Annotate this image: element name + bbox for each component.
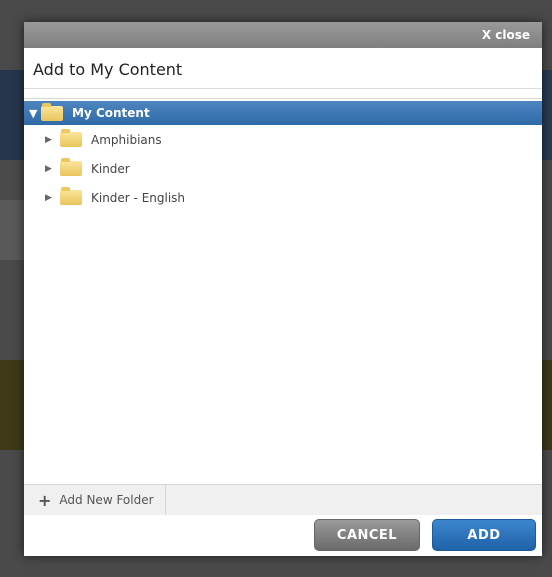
triangle-right-icon[interactable]: ▶ (45, 135, 60, 145)
background-image (0, 360, 24, 450)
folder-icon (60, 129, 82, 147)
add-to-content-dialog: X close Add to My Content ▼ My Content ▶… (24, 22, 542, 556)
close-button[interactable]: X close (482, 28, 530, 42)
dialog-titlebar: X close (24, 22, 542, 48)
plus-icon: + (38, 490, 52, 510)
dialog-footer-bar: + Add New Folder (24, 484, 542, 515)
dialog-buttons: CANCEL ADD (24, 515, 542, 556)
background-image (0, 200, 24, 260)
folder-icon (60, 187, 82, 205)
folder-icon (41, 102, 63, 121)
background-image (0, 70, 24, 160)
triangle-right-icon[interactable]: ▶ (45, 164, 60, 174)
tree-item-label: Kinder (91, 161, 130, 176)
add-button[interactable]: ADD (432, 519, 536, 551)
tree-item-kinder-english[interactable]: ▶ Kinder - English (24, 183, 542, 212)
cancel-button[interactable]: CANCEL (314, 519, 420, 551)
triangle-down-icon[interactable]: ▼ (29, 107, 41, 120)
dialog-title: Add to My Content (24, 48, 542, 89)
tree-item-label: Amphibians (91, 132, 162, 147)
tree-item-label: Kinder - English (91, 190, 186, 205)
tree-root-label: My Content (72, 106, 150, 120)
triangle-right-icon[interactable]: ▶ (45, 193, 60, 203)
tree-item-amphibians[interactable]: ▶ Amphibians (24, 125, 542, 154)
folder-tree: ▼ My Content ▶ Amphibians ▶ Kinder ▶ Kin… (24, 98, 542, 483)
tree-item-kinder[interactable]: ▶ Kinder (24, 154, 542, 183)
tree-root-my-content[interactable]: ▼ My Content (24, 101, 542, 125)
folder-icon (60, 158, 82, 176)
add-new-folder-button[interactable]: + Add New Folder (24, 485, 166, 515)
add-new-folder-label: Add New Folder (59, 493, 154, 507)
